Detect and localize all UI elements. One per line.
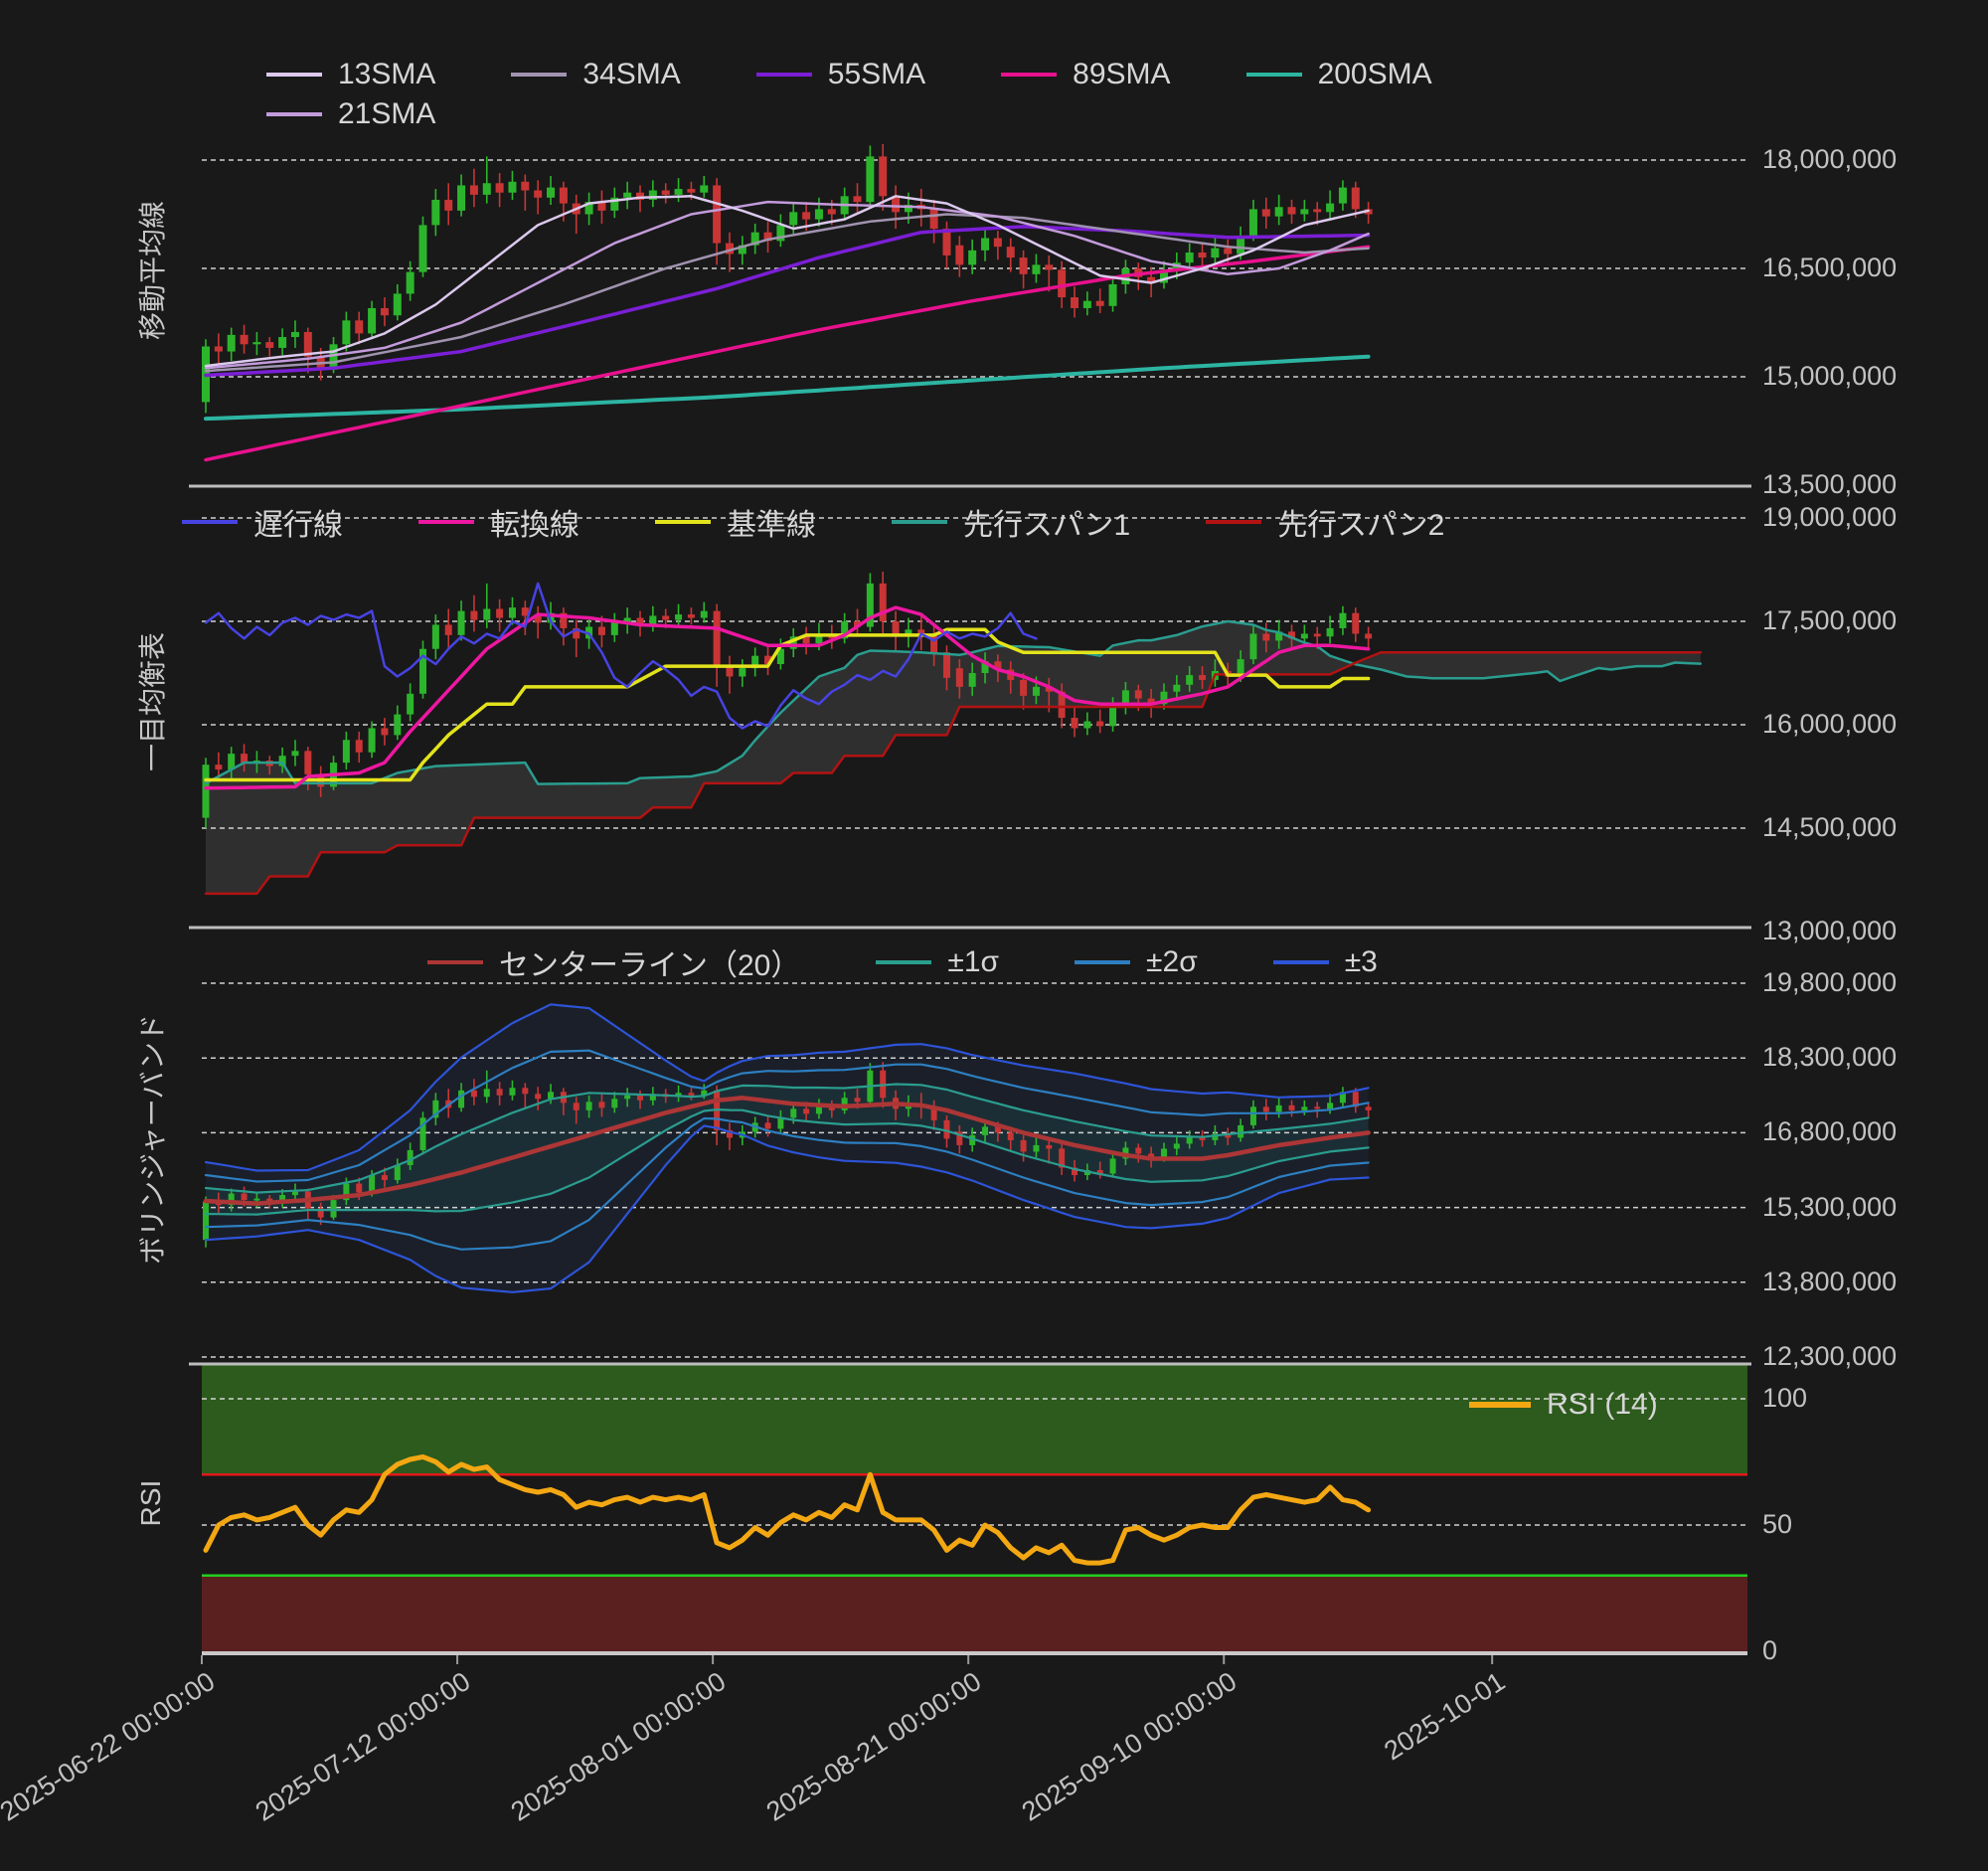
legend-line-icon: [511, 73, 568, 77]
y-axis-tick-label: 15,000,000: [1762, 361, 1898, 391]
legend-rsi: RSI (14): [1469, 1388, 1734, 1422]
legend-line-icon: [427, 960, 483, 964]
y-axis-tick-label: 12,300,000: [1762, 1340, 1898, 1371]
y-axis-tick-label: 17,500,000: [1762, 604, 1898, 635]
legend-line-icon: [1206, 520, 1262, 524]
legend-item: 基準線: [655, 500, 816, 544]
y-axis-tick-label: 19,800,000: [1762, 967, 1898, 997]
legend-item: 55SMA: [755, 58, 926, 91]
panel-title-sma: 移動平均線: [137, 200, 168, 341]
legend-label: 先行スパン1: [963, 509, 1131, 542]
y-axis-tick-label: 13,000,000: [1762, 915, 1898, 945]
legend-label: 転換線: [490, 509, 580, 542]
legend-ichimoku: 遅行線 転換線 基準線 先行スパン1 先行スパン2: [182, 500, 1520, 544]
legend-item: 89SMA: [1001, 58, 1171, 91]
y-axis-tick-label: 13,800,000: [1762, 1266, 1898, 1296]
legend-item: ±2σ: [1075, 945, 1198, 979]
y-axis-tick-label: 0: [1762, 1635, 1778, 1665]
legend-line-icon: [1272, 960, 1329, 964]
panel-title-bollinger: ボリンジャーバンド: [137, 1014, 168, 1265]
legend-line-icon: [755, 73, 812, 77]
y-axis-tick-label: 15,300,000: [1762, 1191, 1898, 1222]
legend-item: 先行スパン1: [892, 500, 1130, 544]
legend-line-icon: [266, 112, 322, 116]
legend-item: 転換線: [418, 500, 580, 544]
legend-item: 遅行線: [182, 500, 343, 544]
y-axis-tick-label: 18,000,000: [1762, 144, 1898, 174]
legend-line-icon: [655, 520, 711, 524]
legend-label: センターライン（20）: [499, 949, 801, 982]
legend-item: センターライン（20）: [427, 940, 800, 984]
panel-title-rsi: RSI: [135, 1479, 166, 1527]
legend-sma-row2: 21SMA: [266, 97, 511, 131]
y-axis-tick-label: 16,000,000: [1762, 708, 1898, 739]
y-axis-tick-label: 50: [1762, 1509, 1793, 1539]
legend-item: 21SMA: [266, 97, 435, 131]
legend-label: 89SMA: [1073, 58, 1171, 90]
y-axis-tick-label: 19,000,000: [1762, 502, 1898, 532]
legend-line-icon: [266, 73, 322, 77]
legend-item: ±1σ: [876, 945, 999, 979]
legend-label: ±2σ: [1146, 945, 1198, 978]
legend-label: 34SMA: [582, 58, 681, 90]
chart-canvas: [189, 144, 1751, 1664]
legend-line-icon: [1001, 73, 1058, 77]
legend-line-icon: [182, 520, 238, 524]
legend-label: 13SMA: [338, 58, 436, 90]
legend-label: 55SMA: [827, 58, 926, 90]
legend-sma-row1: 13SMA 34SMA 55SMA 89SMA 200SMA: [266, 58, 1508, 91]
chart-page: { "figure": {"width": 2000, "height": 17…: [0, 0, 1988, 1827]
legend-label: 21SMA: [338, 97, 436, 130]
y-axis-tick-label: 13,500,000: [1762, 469, 1898, 499]
legend-item: RSI (14): [1469, 1388, 1658, 1422]
legend-item: 13SMA: [266, 58, 435, 91]
legend-item: 200SMA: [1245, 58, 1432, 91]
legend-label: 先行スパン2: [1277, 509, 1445, 542]
legend-line-icon: [892, 520, 947, 524]
legend-label: 遅行線: [253, 509, 343, 542]
y-axis-tick-label: 16,500,000: [1762, 253, 1898, 282]
legend-item: 先行スパン2: [1206, 500, 1444, 544]
legend-line-icon: [876, 960, 932, 964]
y-axis-tick-label: 16,800,000: [1762, 1116, 1898, 1147]
y-axis-tick-label: 18,300,000: [1762, 1042, 1898, 1073]
y-axis-tick-label: 100: [1762, 1383, 1808, 1413]
legend-label: 基準線: [727, 509, 816, 542]
panel-title-ichimoku: 一目均衡表: [137, 631, 168, 772]
legend-item: 34SMA: [511, 58, 681, 91]
legend-label: ±3: [1344, 945, 1378, 978]
y-axis-tick-label: 14,500,000: [1762, 811, 1898, 842]
legend-line-icon: [1075, 960, 1131, 964]
legend-line-icon: [1245, 73, 1302, 77]
legend-bollinger: センターライン（20） ±1σ ±2σ ±3: [427, 940, 1453, 984]
legend-label: 200SMA: [1317, 58, 1432, 90]
legend-label: RSI (14): [1547, 1388, 1658, 1421]
legend-item: ±3: [1272, 945, 1378, 979]
legend-label: ±1σ: [947, 945, 1000, 978]
legend-line-icon: [1469, 1402, 1531, 1408]
legend-line-icon: [418, 520, 474, 524]
